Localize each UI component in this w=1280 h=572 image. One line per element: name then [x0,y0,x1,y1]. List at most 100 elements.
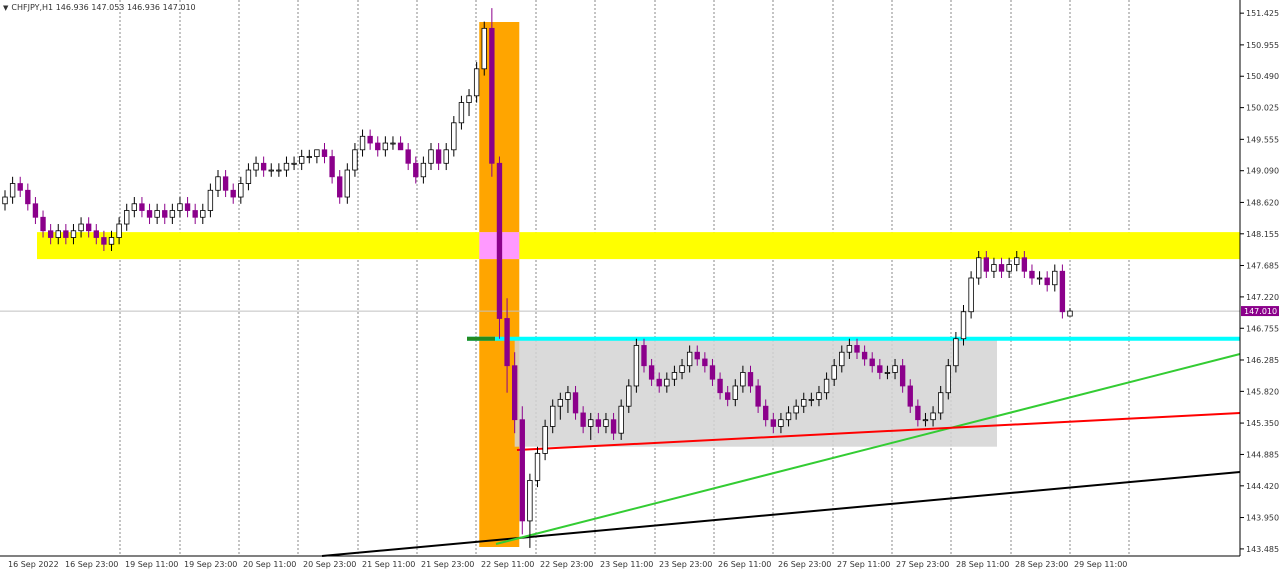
bull-candle-body [390,142,396,145]
bull-candle-body [359,135,366,151]
bear-candle-body [496,162,503,319]
bull-candle-body [937,392,944,414]
x-tick-label: 27 Sep 23:00 [896,560,949,569]
chart-canvas[interactable]: 151.425 150.955 150.490 150.025 149.555 149.0… [0,0,1280,572]
bear-candle-body [709,365,716,380]
bear-candle-body [85,223,92,232]
bull-candle-body [1014,257,1020,265]
bear-candle-body [101,237,107,245]
bull-candle-body [2,196,8,205]
bull-candle-body [922,419,929,422]
x-tick-label: 26 Sep 11:00 [718,560,771,569]
candle [139,197,145,218]
bull-candle-body [420,162,427,178]
y-tick-label: 145.820 [1246,387,1279,396]
candle [420,156,427,184]
bull-candle-body [732,385,738,400]
bear-candle-body [648,365,655,380]
candle [32,197,39,225]
chart-header: ▼ CHFJPY,H1 146.936 147.053 146.936 147.0… [3,3,196,12]
candle [443,143,449,171]
bear-candle-body [1029,270,1035,279]
bull-candle-body [298,156,305,164]
x-tick-label: 21 Sep 11:00 [362,560,415,569]
bull-candle-body [930,412,936,421]
bull-candle-body [344,169,351,198]
bull-candle-body [154,210,160,218]
candle [367,129,373,150]
x-tick-label: 29 Sep 11:00 [1074,560,1127,569]
candle [633,338,640,393]
bull-candle-body [633,345,640,387]
bear-candle-body [641,345,647,367]
x-tick-label: 16 Sep 23:00 [65,560,118,569]
candle [9,176,16,204]
bull-candle-body [603,419,609,427]
bull-candle-body [481,27,487,70]
price-chart[interactable]: 151.425 150.955 150.490 150.025 149.555 149.0… [0,0,1280,572]
bear-candle-body [747,372,754,387]
candle [306,149,312,164]
bull-candle-body [588,419,594,427]
bull-candle-body [892,365,898,373]
bull-candle-body [808,399,815,401]
bear-candle-body [694,351,700,360]
candle [131,197,138,218]
bear-candle-body [321,149,328,157]
ohlc-values: 146.936 147.053 146.936 147.010 [55,3,196,12]
bull-candle-body [785,412,792,421]
candle [215,170,221,198]
candle [291,156,297,171]
bull-candle-body [991,264,997,272]
candle [314,149,320,164]
bull-candle-body [1067,310,1073,317]
candle [25,183,31,211]
y-tick-label: 147.685 [1246,262,1279,271]
bear-candle-body [47,230,54,238]
candle [481,21,487,76]
y-tick-label: 147.220 [1246,293,1279,302]
candle [260,156,267,177]
bear-candle-body [413,162,419,178]
candle [207,183,214,218]
bull-candle-body [960,311,967,340]
bear-candle-body [32,203,39,218]
candle [519,406,525,535]
bull-candle-body [131,203,138,211]
candle [146,203,153,225]
candle [451,116,457,157]
bull-candle-body [679,365,685,373]
bear-candle-body [367,135,373,144]
bear-candle-body [1059,270,1066,313]
bear-candle-body [93,230,99,238]
bull-candle-body [207,189,214,211]
dropdown-triangle-icon[interactable]: ▼ [3,4,8,12]
candle [337,170,343,204]
bear-candle-body [222,176,229,191]
bull-candle-body [276,169,282,172]
x-tick-label: 22 Sep 23:00 [540,560,593,569]
x-tick-label: 20 Sep 23:00 [303,560,356,569]
bull-candle-body [291,162,297,165]
bear-candle-body [907,385,913,407]
bear-candle-body [192,210,198,218]
x-tick-label: 28 Sep 23:00 [1015,560,1068,569]
candle [397,136,404,151]
candle [489,8,495,177]
candle [298,149,305,171]
bull-candle-body [352,149,358,171]
bull-candle-body [473,68,480,97]
bull-candle-body [953,338,959,367]
candle [162,203,168,225]
bull-candle-body [443,149,449,164]
bear-candle-body [983,257,990,272]
candle [1059,264,1066,319]
candle [1029,264,1035,285]
bull-candle-body [108,237,115,245]
candle [405,143,411,171]
bear-candle-body [146,210,153,218]
candle [359,129,366,157]
x-tick-label: 27 Sep 11:00 [837,560,890,569]
candle [230,183,236,204]
bear-candle-body [763,405,769,421]
